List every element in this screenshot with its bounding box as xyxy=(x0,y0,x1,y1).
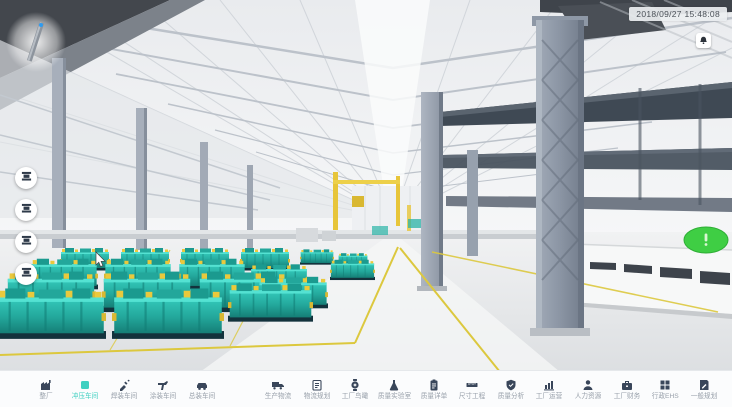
factory-icon xyxy=(40,378,52,391)
module-tab-factory-finance[interactable]: 工厂财务 xyxy=(609,377,645,402)
grid-icon xyxy=(659,378,671,391)
notification-bell-button[interactable] xyxy=(696,33,711,48)
tab-label: 涂装车间 xyxy=(150,393,177,401)
tab-label: 总装车间 xyxy=(189,393,216,401)
plan-doc-icon xyxy=(698,378,710,391)
ruler-icon xyxy=(466,378,478,391)
clock-timestamp: 2018/09/27 15:48:08 xyxy=(629,7,727,21)
module-tab-production-logistics[interactable]: 生产物流 xyxy=(260,377,296,402)
module-tab-general-planning[interactable]: 一般规划 xyxy=(686,377,722,402)
highlighted-tool-marker xyxy=(6,12,66,72)
app-window: 2018/09/27 15:48:08 整厂 冲压车间 焊装车间 涂装车间 总装车间 生… xyxy=(0,0,732,407)
shield-icon xyxy=(505,378,517,391)
quick-button-press-line-3[interactable] xyxy=(15,231,37,253)
workshop-tab-painting-shop[interactable]: 涂装车间 xyxy=(145,377,181,402)
module-tab-quality-analysis[interactable]: 质量分析 xyxy=(493,377,529,402)
bottom-toolbar: 整厂 冲压车间 焊装车间 涂装车间 总装车间 生产物流 物流规划 工厂鸟瞰 质量实验室 质量详单… xyxy=(0,370,732,407)
module-tabs: 生产物流 物流规划 工厂鸟瞰 质量实验室 质量详单 尺寸工程 质量分析 工厂运营 人力资源 工厂财… xyxy=(260,377,722,402)
report-icon xyxy=(428,378,440,391)
workshop-tabs: 整厂 冲压车间 焊装车间 涂装车间 总装车间 xyxy=(28,377,220,402)
module-tab-human-resources[interactable]: 人力资源 xyxy=(570,377,606,402)
tab-label: 工厂财务 xyxy=(613,393,640,401)
factory-3d-scene[interactable] xyxy=(0,0,732,407)
chart-icon xyxy=(543,378,555,391)
tab-label: 生产物流 xyxy=(265,393,292,401)
quick-button-press-line-2[interactable] xyxy=(15,199,37,221)
quick-button-press-line-4[interactable] xyxy=(15,263,37,285)
press-machine-icon xyxy=(21,265,32,283)
press-machine-icon xyxy=(21,233,32,251)
tab-label: 尺寸工程 xyxy=(459,393,486,401)
module-tab-factory-operation[interactable]: 工厂运营 xyxy=(531,377,567,402)
logistics-plan-icon xyxy=(311,378,323,391)
tab-label: 质量详单 xyxy=(420,393,447,401)
person-icon xyxy=(582,378,594,391)
workshop-tab-welding-shop[interactable]: 焊装车间 xyxy=(106,377,142,402)
module-tab-quality-report[interactable]: 质量详单 xyxy=(416,377,452,402)
tab-label: 焊装车间 xyxy=(111,393,138,401)
tab-label: 冲压车间 xyxy=(72,393,99,401)
green-poi-marker[interactable] xyxy=(684,227,728,253)
press-machine-icon xyxy=(21,169,32,187)
welding-icon xyxy=(118,378,130,391)
workshop-tab-assembly-shop[interactable]: 总装车间 xyxy=(184,377,220,402)
module-tab-dimension-engineering[interactable]: 尺寸工程 xyxy=(454,377,490,402)
tab-label: 人力资源 xyxy=(575,393,602,401)
quick-button-press-line-1[interactable] xyxy=(15,167,37,189)
module-tab-quality-lab[interactable]: 质量实验室 xyxy=(376,377,413,402)
foreground-column xyxy=(530,16,590,336)
right-wall xyxy=(572,244,732,319)
workshop-tab-whole-plant[interactable]: 整厂 xyxy=(28,377,64,402)
bell-icon xyxy=(699,32,708,50)
lab-icon xyxy=(388,378,400,391)
truck-icon xyxy=(272,378,284,391)
tab-label: 质量分析 xyxy=(497,393,524,401)
equipment-quick-buttons xyxy=(15,167,37,285)
tab-label: 质量实验室 xyxy=(378,393,411,401)
paint-icon xyxy=(157,378,169,391)
assembly-icon xyxy=(196,378,208,391)
tab-label: 物流规划 xyxy=(303,393,330,401)
module-tab-logistics-planning[interactable]: 物流规划 xyxy=(299,377,335,402)
tab-label: 整厂 xyxy=(39,393,52,401)
tab-label: 工厂鸟瞰 xyxy=(342,393,369,401)
overview-icon xyxy=(349,378,361,391)
briefcase-icon xyxy=(621,378,633,391)
press-machine-icon xyxy=(21,201,32,219)
module-tab-factory-overview[interactable]: 工厂鸟瞰 xyxy=(337,377,373,402)
tab-label: 行政EHS xyxy=(652,393,679,401)
tab-label: 工厂运营 xyxy=(536,393,563,401)
press-icon xyxy=(79,378,91,391)
workshop-tab-stamping-shop[interactable]: 冲压车间 xyxy=(67,377,103,402)
module-tab-admin-ehs[interactable]: 行政EHS xyxy=(647,377,683,402)
tab-label: 一般规划 xyxy=(691,393,718,401)
